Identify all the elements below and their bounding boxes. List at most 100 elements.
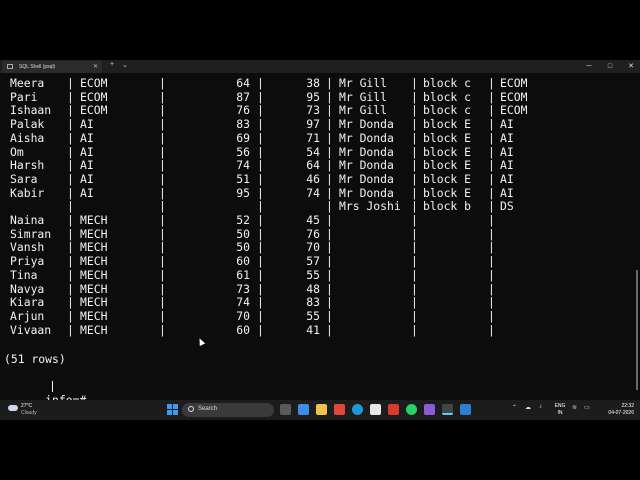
tab-dropdown-button[interactable]: ⌄: [122, 61, 128, 69]
table-cell: Om: [10, 144, 24, 159]
table-cell: 55: [306, 308, 320, 323]
column-separator: |: [411, 117, 418, 132]
column-separator: |: [411, 213, 418, 227]
column-separator: |: [411, 103, 418, 118]
terminal-app-icon[interactable]: [442, 404, 453, 415]
task-view-icon[interactable]: [280, 404, 291, 415]
table-cell: AI: [80, 144, 94, 159]
onedrive-icon[interactable]: ☁: [525, 404, 531, 411]
column-separator: |: [159, 130, 166, 145]
column-separator: |: [326, 158, 333, 173]
wifi-icon[interactable]: ≋: [572, 404, 577, 411]
table-cell: MECH: [80, 267, 108, 282]
new-tab-button[interactable]: +: [110, 61, 114, 68]
column-separator: |: [488, 185, 495, 200]
table-cell: Priya: [10, 254, 45, 269]
table-cell: AI: [500, 130, 514, 145]
search-box[interactable]: Search: [182, 403, 274, 417]
table-cell: 76: [306, 226, 320, 241]
mcafee-icon[interactable]: [334, 404, 345, 415]
table-cell: Mr Donda: [339, 130, 394, 145]
table-cell: 41: [306, 322, 320, 337]
column-separator: |: [67, 89, 74, 104]
column-separator: |: [488, 254, 495, 269]
maximize-button[interactable]: □: [601, 61, 619, 72]
table-cell: Mr Donda: [339, 117, 394, 132]
table-cell: AI: [500, 117, 514, 132]
file-explorer-icon[interactable]: [316, 404, 327, 415]
column-separator: |: [488, 322, 495, 337]
terminal-window: SQL Shell (psql) ✕ + ⌄ ─ □ ✕ Meera ECOM 64…: [0, 60, 640, 420]
app-l-icon[interactable]: [388, 404, 399, 415]
clock[interactable]: 22:32 04-07-2026: [604, 403, 634, 417]
table-cell: Mrs Joshi: [339, 199, 401, 214]
column-separator: |: [411, 254, 418, 269]
table-cell: 48: [306, 281, 320, 296]
speaker-icon[interactable]: ♪: [539, 404, 542, 410]
edge-icon[interactable]: [352, 404, 363, 415]
table-cell: block E: [423, 144, 472, 159]
copilot-icon[interactable]: [298, 404, 309, 415]
column-separator: |: [67, 76, 74, 90]
column-separator: |: [488, 308, 495, 323]
column-separator: |: [159, 185, 166, 200]
column-separator: |: [257, 199, 264, 214]
column-separator: |: [326, 308, 333, 323]
table-cell: Ishaan: [10, 103, 52, 118]
minimize-button[interactable]: ─: [580, 61, 598, 72]
language-indicator[interactable]: ENG IN: [552, 403, 568, 417]
column-separator: |: [326, 130, 333, 145]
table-cell: 50: [236, 226, 250, 241]
column-separator: |: [159, 76, 166, 90]
cloud-icon: [8, 405, 18, 411]
lang-text: ENG: [554, 403, 566, 409]
battery-icon[interactable]: ▭: [584, 404, 590, 411]
table-cell: 97: [306, 117, 320, 132]
table-cell: 60: [236, 322, 250, 337]
windows-start-icon[interactable]: [167, 404, 178, 415]
column-separator: |: [411, 267, 418, 282]
column-separator: |: [488, 103, 495, 118]
column-separator: |: [411, 295, 418, 310]
column-separator: |: [159, 254, 166, 269]
column-separator: |: [257, 295, 264, 310]
table-cell: AI: [80, 158, 94, 173]
column-separator: |: [488, 158, 495, 173]
table-cell: block c: [423, 103, 472, 118]
whatsapp-icon[interactable]: [406, 404, 417, 415]
column-separator: |: [159, 117, 166, 132]
date-text: 04-07-2026: [608, 410, 634, 416]
column-separator: |: [411, 76, 418, 90]
column-separator: |: [159, 144, 166, 159]
tab-close-button[interactable]: ✕: [93, 63, 98, 70]
app-purple-icon[interactable]: [424, 404, 435, 415]
column-separator: |: [411, 185, 418, 200]
column-separator: |: [67, 295, 74, 310]
scrollbar[interactable]: [636, 270, 638, 390]
store-icon[interactable]: [370, 404, 381, 415]
table-cell: block E: [423, 130, 472, 145]
table-cell: 74: [306, 185, 320, 200]
table-cell: Palak: [10, 117, 45, 132]
column-separator: |: [257, 76, 264, 90]
terminal-output[interactable]: Meera ECOM 64 38 Mr Gill block c ECOM | | | | | | Par…: [0, 76, 633, 407]
tab-sql-shell[interactable]: SQL Shell (psql) ✕: [2, 61, 102, 73]
table-cell: Meera: [10, 76, 45, 90]
column-separator: |: [488, 76, 495, 90]
column-separator: |: [411, 171, 418, 186]
table-cell: MECH: [80, 226, 108, 241]
weather-desc: Cloudy: [21, 410, 37, 416]
table-cell: 95: [236, 185, 250, 200]
time-text: 22:32: [621, 403, 634, 409]
column-separator: |: [257, 89, 264, 104]
column-separator: |: [67, 103, 74, 118]
app-blue-icon[interactable]: [460, 404, 471, 415]
column-separator: |: [326, 185, 333, 200]
column-separator: |: [411, 322, 418, 337]
close-button[interactable]: ✕: [622, 61, 640, 72]
table-cell: Mr Gill: [339, 76, 388, 90]
chevron-up-icon[interactable]: ⌃: [512, 404, 517, 411]
column-separator: |: [257, 308, 264, 323]
column-separator: |: [488, 226, 495, 241]
command-prompt[interactable]: info=#: [4, 379, 86, 407]
